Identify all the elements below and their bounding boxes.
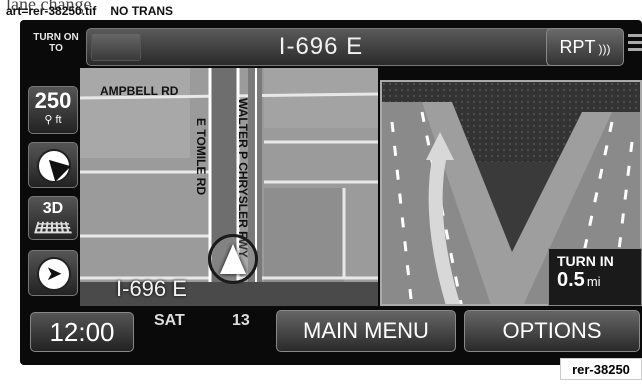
navigation-arrow-icon xyxy=(208,234,258,284)
next-street-bar: I-696 E xyxy=(86,28,556,66)
zoom-unit: ⚲ ft xyxy=(44,114,62,126)
perspective-grid-icon xyxy=(34,221,72,234)
zoom-button[interactable]: 250 ⚲ ft xyxy=(28,86,78,134)
caption-tag: art=rer-38250.tif NO TRANS xyxy=(6,4,173,18)
distance-unit: mi xyxy=(586,274,601,289)
current-road-name: I-696 E xyxy=(116,276,187,301)
street-label: AMPBELL RD xyxy=(100,84,179,98)
date-label: 13 xyxy=(232,312,250,329)
map-view[interactable]: AMPBELL RD E TOMILE RD WALTER P CHRYSLER… xyxy=(80,68,378,306)
trans-tag: NO TRANS xyxy=(110,4,174,18)
view-3d-button[interactable]: 3D xyxy=(28,196,78,240)
file-tag: art=rer-38250.tif xyxy=(6,4,97,18)
street-label: E TOMILE RD xyxy=(194,118,208,196)
list-icon[interactable] xyxy=(628,34,642,60)
day-label: SAT xyxy=(154,312,185,329)
turn-distance: 0.5 xyxy=(557,269,585,291)
main-menu-button[interactable]: MAIN MENU xyxy=(276,310,456,352)
turn-in-label: TURN IN xyxy=(557,253,614,269)
sound-waves-icon: ))) xyxy=(598,42,611,56)
destination-flag-icon: ➤ xyxy=(37,257,71,291)
compass-icon xyxy=(37,149,71,183)
art-code-label: rer-38250 xyxy=(560,358,642,380)
options-button[interactable]: OPTIONS xyxy=(464,310,640,352)
turn-in-panel: TURN IN 0.5 mi xyxy=(548,248,642,306)
destination-button[interactable]: ➤ xyxy=(28,250,78,296)
magnifier-icon: ⚲ xyxy=(44,114,53,126)
compass-button[interactable] xyxy=(28,142,78,188)
repeat-label: RPT xyxy=(559,37,596,57)
nav-screen: TURN ON TO I-696 E RPT))) AMPBELL RD E T… xyxy=(20,20,642,365)
repeat-button[interactable]: RPT))) xyxy=(546,28,624,66)
view-label: 3D xyxy=(42,200,64,217)
clock-button[interactable]: 12:00 xyxy=(30,312,134,352)
zoom-value: 250 xyxy=(34,88,72,113)
next-street-name: I-696 E xyxy=(278,33,364,60)
turn-on-to-label: TURN ON TO xyxy=(33,32,79,54)
